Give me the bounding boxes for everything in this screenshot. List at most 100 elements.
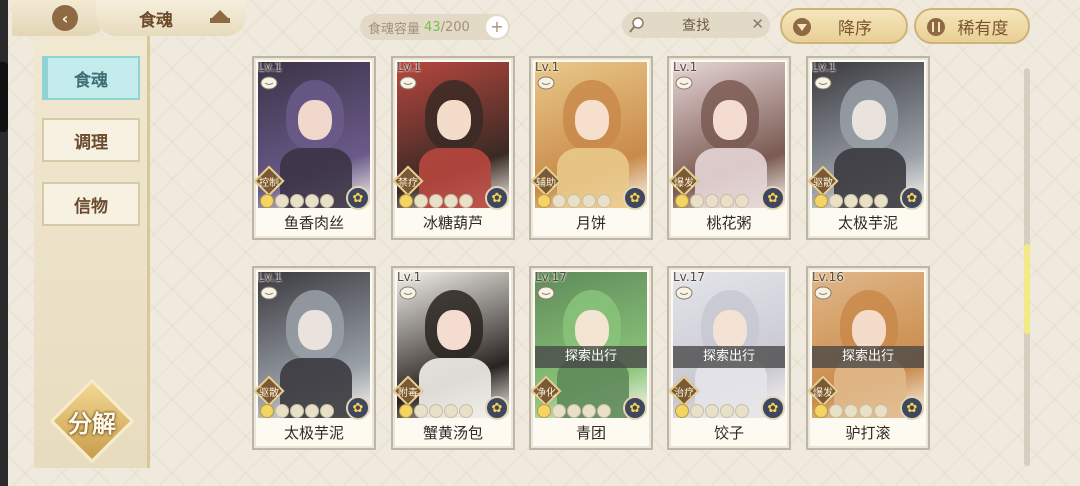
card-level: Lv.17 (535, 270, 567, 284)
star-icon (675, 194, 689, 208)
card-level: Lv.17 (673, 270, 705, 284)
star-icon (260, 194, 274, 208)
food-soul-card[interactable]: Lv.1 禁疗 ✿ 冰糖葫芦 (391, 56, 515, 240)
bowl-icon (675, 286, 693, 300)
screen-edge (0, 0, 8, 486)
card-level: Lv.1 (535, 60, 560, 74)
star-icon (552, 404, 566, 418)
star-icon (829, 404, 843, 418)
card-level: Lv.1 (397, 60, 422, 74)
role-badge: 驱散 (253, 375, 285, 407)
bowl-icon (537, 76, 555, 90)
star-icon (552, 194, 566, 208)
search-input[interactable]: 查找 ✕ (622, 12, 770, 38)
card-level: Lv.1 (258, 60, 283, 74)
star-icon (735, 194, 749, 208)
search-label: 查找 (682, 18, 710, 34)
star-rating (814, 194, 888, 208)
scrollbar-thumb[interactable] (1024, 244, 1030, 334)
star-icon (537, 194, 551, 208)
add-capacity-button[interactable]: + (486, 16, 508, 38)
star-icon (260, 404, 274, 418)
star-icon (429, 404, 443, 418)
capacity-display: 食魂容量 43 /200 + (360, 14, 510, 40)
sidebar-item-label: 信物 (74, 196, 108, 217)
star-icon (444, 194, 458, 208)
card-name: 青团 (575, 424, 606, 442)
star-icon (705, 404, 719, 418)
back-button[interactable]: ‹ (12, 0, 104, 36)
star-icon (874, 194, 888, 208)
role-badge: 爆发 (668, 165, 700, 197)
flower-element-icon: ✿ (761, 186, 785, 210)
star-icon (690, 194, 704, 208)
bowl-icon (675, 76, 693, 90)
star-icon (735, 404, 749, 418)
food-soul-card[interactable]: Lv.17 净化 ✿ 青团 探索出行 (529, 266, 653, 450)
triangle-down-icon (793, 18, 811, 36)
star-icon (690, 404, 704, 418)
star-icon (537, 404, 551, 418)
card-name: 太极芋泥 (283, 424, 344, 442)
card-name: 太极芋泥 (837, 214, 898, 232)
star-icon (290, 194, 304, 208)
star-icon (305, 194, 319, 208)
sidebar-item-xinwu[interactable]: 信物 (42, 182, 140, 226)
sidebar-item-label: 调理 (74, 132, 108, 153)
food-soul-card[interactable]: Lv.1 控制 ✿ 鱼香肉丝 (252, 56, 376, 240)
clear-icon[interactable]: ✕ (751, 15, 764, 33)
flower-element-icon: ✿ (900, 186, 924, 210)
role-label: 爆发 (813, 387, 833, 399)
card-name: 冰糖葫芦 (422, 214, 483, 232)
star-icon (859, 404, 873, 418)
sort-desc-button[interactable]: 降序 (780, 8, 908, 44)
role-badge: 禁疗 (392, 165, 424, 197)
sidebar-item-shihun[interactable]: 食魂 (42, 56, 140, 100)
food-soul-card[interactable]: Lv.1 驱散 ✿ 太极芋泥 (806, 56, 930, 240)
star-rating (675, 404, 749, 418)
hat-icon (210, 10, 230, 23)
star-rating (675, 194, 749, 208)
star-rating (260, 404, 334, 418)
role-label: 控制 (259, 177, 279, 189)
star-icon (582, 194, 596, 208)
star-icon (320, 404, 334, 418)
star-rating (399, 404, 473, 418)
capacity-total: /200 (440, 19, 470, 35)
food-soul-card[interactable]: Lv.1 辅助 ✿ 月饼 (529, 56, 653, 240)
card-level: Lv.1 (673, 60, 698, 74)
flower-element-icon: ✿ (346, 396, 370, 420)
bowl-icon (260, 286, 278, 300)
food-soul-card[interactable]: Lv.1 爆发 ✿ 桃花粥 (667, 56, 791, 240)
scrollbar[interactable] (1024, 68, 1030, 466)
star-icon (844, 194, 858, 208)
split-button[interactable]: 分解 (40, 378, 144, 464)
role-label: 驱散 (813, 177, 833, 189)
food-soul-card[interactable]: Lv.1 驱散 ✿ 太极芋泥 (252, 266, 376, 450)
star-icon (305, 404, 319, 418)
star-icon (597, 404, 611, 418)
bowl-icon (814, 76, 832, 90)
star-rating (260, 194, 334, 208)
explore-status-banner: 探索出行 (673, 346, 785, 368)
rarity-filter-button[interactable]: 稀有度 (914, 8, 1030, 44)
swap-arrows-icon (927, 18, 945, 36)
star-icon (675, 404, 689, 418)
star-icon (459, 404, 473, 418)
bowl-icon (399, 286, 417, 300)
star-icon (814, 194, 828, 208)
food-soul-card[interactable]: Lv.17 治疗 ✿ 饺子 探索出行 (667, 266, 791, 450)
role-badge: 附毒 (392, 375, 424, 407)
explore-status-banner: 探索出行 (812, 346, 924, 368)
sidebar-item-tiaoli[interactable]: 调理 (42, 118, 140, 162)
explore-status-banner: 探索出行 (535, 346, 647, 368)
star-icon (720, 404, 734, 418)
role-badge: 控制 (253, 165, 285, 197)
bowl-icon (260, 76, 278, 90)
food-soul-card[interactable]: Lv.16 爆发 ✿ 驴打滚 探索出行 (806, 266, 930, 450)
flower-element-icon: ✿ (900, 396, 924, 420)
star-icon (814, 404, 828, 418)
back-arrow-icon: ‹ (52, 5, 78, 31)
sort-desc-label: 降序 (838, 18, 872, 39)
food-soul-card[interactable]: Lv.1 附毒 ✿ 蟹黄汤包 (391, 266, 515, 450)
